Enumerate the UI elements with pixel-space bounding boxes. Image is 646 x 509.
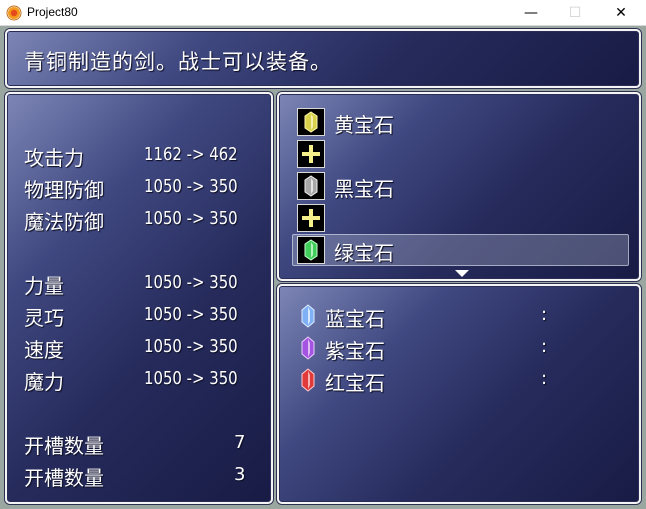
stat-label: 速度	[24, 338, 64, 362]
inventory-item-name: 蓝宝石	[325, 307, 385, 331]
game-screen: 青铜制造的剑。战士可以装备。 攻击力 1162 -> 462 物理防御 1050…	[0, 26, 646, 509]
stat-label: 灵巧	[24, 306, 64, 330]
purple-gem-icon	[301, 336, 315, 360]
inventory-item-count-separator: :	[541, 368, 548, 389]
inventory-item-name: 紫宝石	[325, 339, 385, 363]
slot-count-label: 开槽数量	[24, 434, 104, 458]
slot-count-value: 3	[234, 464, 246, 485]
yellow-gem-icon	[304, 111, 318, 133]
socket-gem-name: 黄宝石	[334, 113, 394, 137]
gem-slot-box	[297, 108, 325, 136]
stat-row: 速度 1050 -> 350	[24, 334, 264, 362]
title-bar: Project80 — ☐ ✕	[0, 0, 646, 26]
stat-row: 攻击力 1162 -> 462	[24, 142, 264, 170]
stat-value: 1050 -> 350	[144, 304, 238, 325]
stat-value: 1050 -> 350	[144, 208, 238, 229]
plus-icon	[297, 204, 325, 232]
stat-value: 1050 -> 350	[144, 336, 238, 357]
socket-gem-name: 绿宝石	[334, 241, 394, 265]
stat-value: 1050 -> 350	[144, 368, 238, 389]
slot-count-label: 开槽数量	[24, 466, 104, 490]
socket-slot[interactable]: 黑宝石	[294, 172, 630, 201]
minimize-button[interactable]: —	[508, 0, 554, 26]
stat-row: 魔法防御 1050 -> 350	[24, 206, 264, 234]
stat-label: 物理防御	[24, 178, 104, 202]
inventory-item-name: 红宝石	[325, 371, 385, 395]
slot-count-row: 开槽数量 3	[24, 462, 264, 490]
inventory-item[interactable]: 红宝石 :	[301, 366, 621, 395]
stat-value: 1050 -> 350	[144, 272, 238, 293]
socket-gem-name: 黑宝石	[334, 177, 394, 201]
inventory-item-count-separator: :	[541, 336, 548, 357]
gem-slot-box	[297, 236, 325, 264]
black-gem-icon	[304, 175, 318, 197]
help-text: 青铜制造的剑。战士可以装备。	[24, 50, 332, 74]
stat-row: 魔力 1050 -> 350	[24, 366, 264, 394]
plus-icon	[297, 140, 325, 168]
stat-row: 灵巧 1050 -> 350	[24, 302, 264, 330]
inventory-item[interactable]: 蓝宝石 :	[301, 302, 621, 331]
maximize-icon: ☐	[568, 5, 582, 21]
stat-value: 1162 -> 462	[144, 144, 238, 165]
status-window: 攻击力 1162 -> 462 物理防御 1050 -> 350 魔法防御 10…	[5, 92, 273, 504]
stat-label: 魔力	[24, 370, 64, 394]
minimize-icon: —	[524, 5, 538, 21]
green-gem-icon	[304, 239, 318, 261]
help-window: 青铜制造的剑。战士可以装备。	[5, 29, 641, 88]
socket-connector	[294, 140, 630, 168]
socket-slot-selected[interactable]: 绿宝石	[292, 234, 630, 266]
socket-slot[interactable]: 黄宝石	[294, 108, 630, 137]
stat-label: 力量	[24, 274, 64, 298]
slot-count-row: 开槽数量 7	[24, 430, 264, 458]
inventory-item[interactable]: 紫宝石 :	[301, 334, 621, 363]
stat-row: 物理防御 1050 -> 350	[24, 174, 264, 202]
slot-count-value: 7	[234, 432, 246, 453]
gem-slot-box	[297, 172, 325, 200]
maximize-button[interactable]: ☐	[552, 0, 598, 26]
gem-inventory-window: 蓝宝石 : 紫宝石 : 红宝石 :	[277, 284, 641, 504]
red-gem-icon	[301, 368, 315, 392]
socket-window: 黄宝石 黑宝石 绿宝石	[277, 92, 641, 281]
stat-label: 攻击力	[24, 146, 84, 170]
scroll-down-arrow-icon[interactable]	[455, 270, 469, 277]
stat-label: 魔法防御	[24, 210, 104, 234]
window-title: Project80	[27, 5, 78, 19]
socket-connector	[294, 204, 630, 232]
stat-row: 力量 1050 -> 350	[24, 270, 264, 298]
close-button[interactable]: ✕	[598, 0, 644, 26]
app-icon	[6, 5, 22, 21]
close-icon: ✕	[615, 5, 627, 21]
blue-gem-icon	[301, 304, 315, 328]
stat-value: 1050 -> 350	[144, 176, 238, 197]
inventory-item-count-separator: :	[541, 304, 548, 325]
